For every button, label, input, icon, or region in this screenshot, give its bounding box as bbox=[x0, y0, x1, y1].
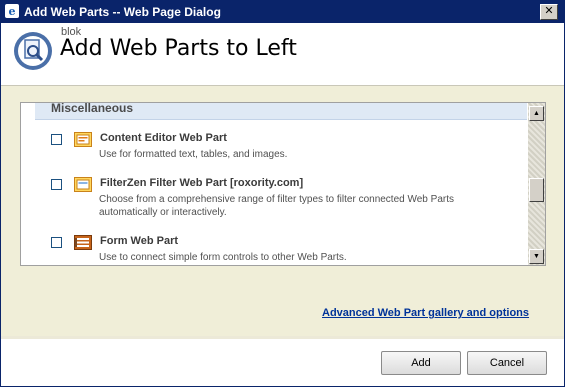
site-logo-icon bbox=[14, 32, 52, 70]
category-label: Miscellaneous bbox=[51, 102, 134, 115]
web-part-description: Choose from a comprehensive range of fil… bbox=[99, 194, 454, 218]
web-part-checkbox[interactable] bbox=[51, 179, 62, 190]
web-part-gallery: Miscellaneous Content Editor Web Part Us… bbox=[20, 102, 546, 266]
scroll-up-button[interactable]: ▲ bbox=[529, 106, 544, 121]
page-title: Add Web Parts to Left bbox=[60, 36, 297, 61]
filter-webpart-icon bbox=[74, 177, 92, 192]
vertical-scrollbar[interactable]: ▲ ▼ bbox=[528, 103, 545, 265]
add-button[interactable]: Add bbox=[381, 351, 461, 375]
web-part-description: Use for formatted text, tables, and imag… bbox=[99, 149, 288, 160]
web-part-name[interactable]: FilterZen Filter Web Part [roxority.com] bbox=[100, 177, 303, 189]
svg-text:e: e bbox=[9, 5, 16, 18]
close-button[interactable]: ✕ bbox=[540, 4, 558, 20]
gallery-list: Miscellaneous Content Editor Web Part Us… bbox=[21, 102, 527, 265]
window-title: Add Web Parts -- Web Page Dialog bbox=[24, 5, 221, 19]
scroll-down-button[interactable]: ▼ bbox=[529, 249, 544, 264]
form-webpart-icon bbox=[74, 235, 92, 250]
web-part-checkbox[interactable] bbox=[51, 134, 62, 145]
dialog-footer: Add Cancel bbox=[1, 339, 564, 386]
content-editor-icon bbox=[74, 132, 92, 147]
cancel-button[interactable]: Cancel bbox=[467, 351, 547, 375]
web-part-checkbox[interactable] bbox=[51, 237, 62, 248]
web-part-name[interactable]: Form Web Part bbox=[100, 235, 178, 247]
category-header: Miscellaneous bbox=[35, 102, 527, 120]
web-part-description: Use to connect simple form controls to o… bbox=[99, 252, 347, 263]
web-part-name[interactable]: Content Editor Web Part bbox=[100, 132, 227, 144]
advanced-gallery-link[interactable]: Advanced Web Part gallery and options bbox=[322, 307, 529, 319]
scroll-thumb[interactable] bbox=[529, 178, 544, 202]
internet-explorer-icon: e bbox=[5, 4, 19, 18]
title-bar: e Add Web Parts -- Web Page Dialog ✕ bbox=[1, 1, 564, 23]
dialog-content: Miscellaneous Content Editor Web Part Us… bbox=[1, 86, 564, 336]
dialog-header: blok Add Web Parts to Left bbox=[1, 23, 564, 86]
dialog-window: e Add Web Parts -- Web Page Dialog ✕ blo… bbox=[0, 0, 565, 387]
